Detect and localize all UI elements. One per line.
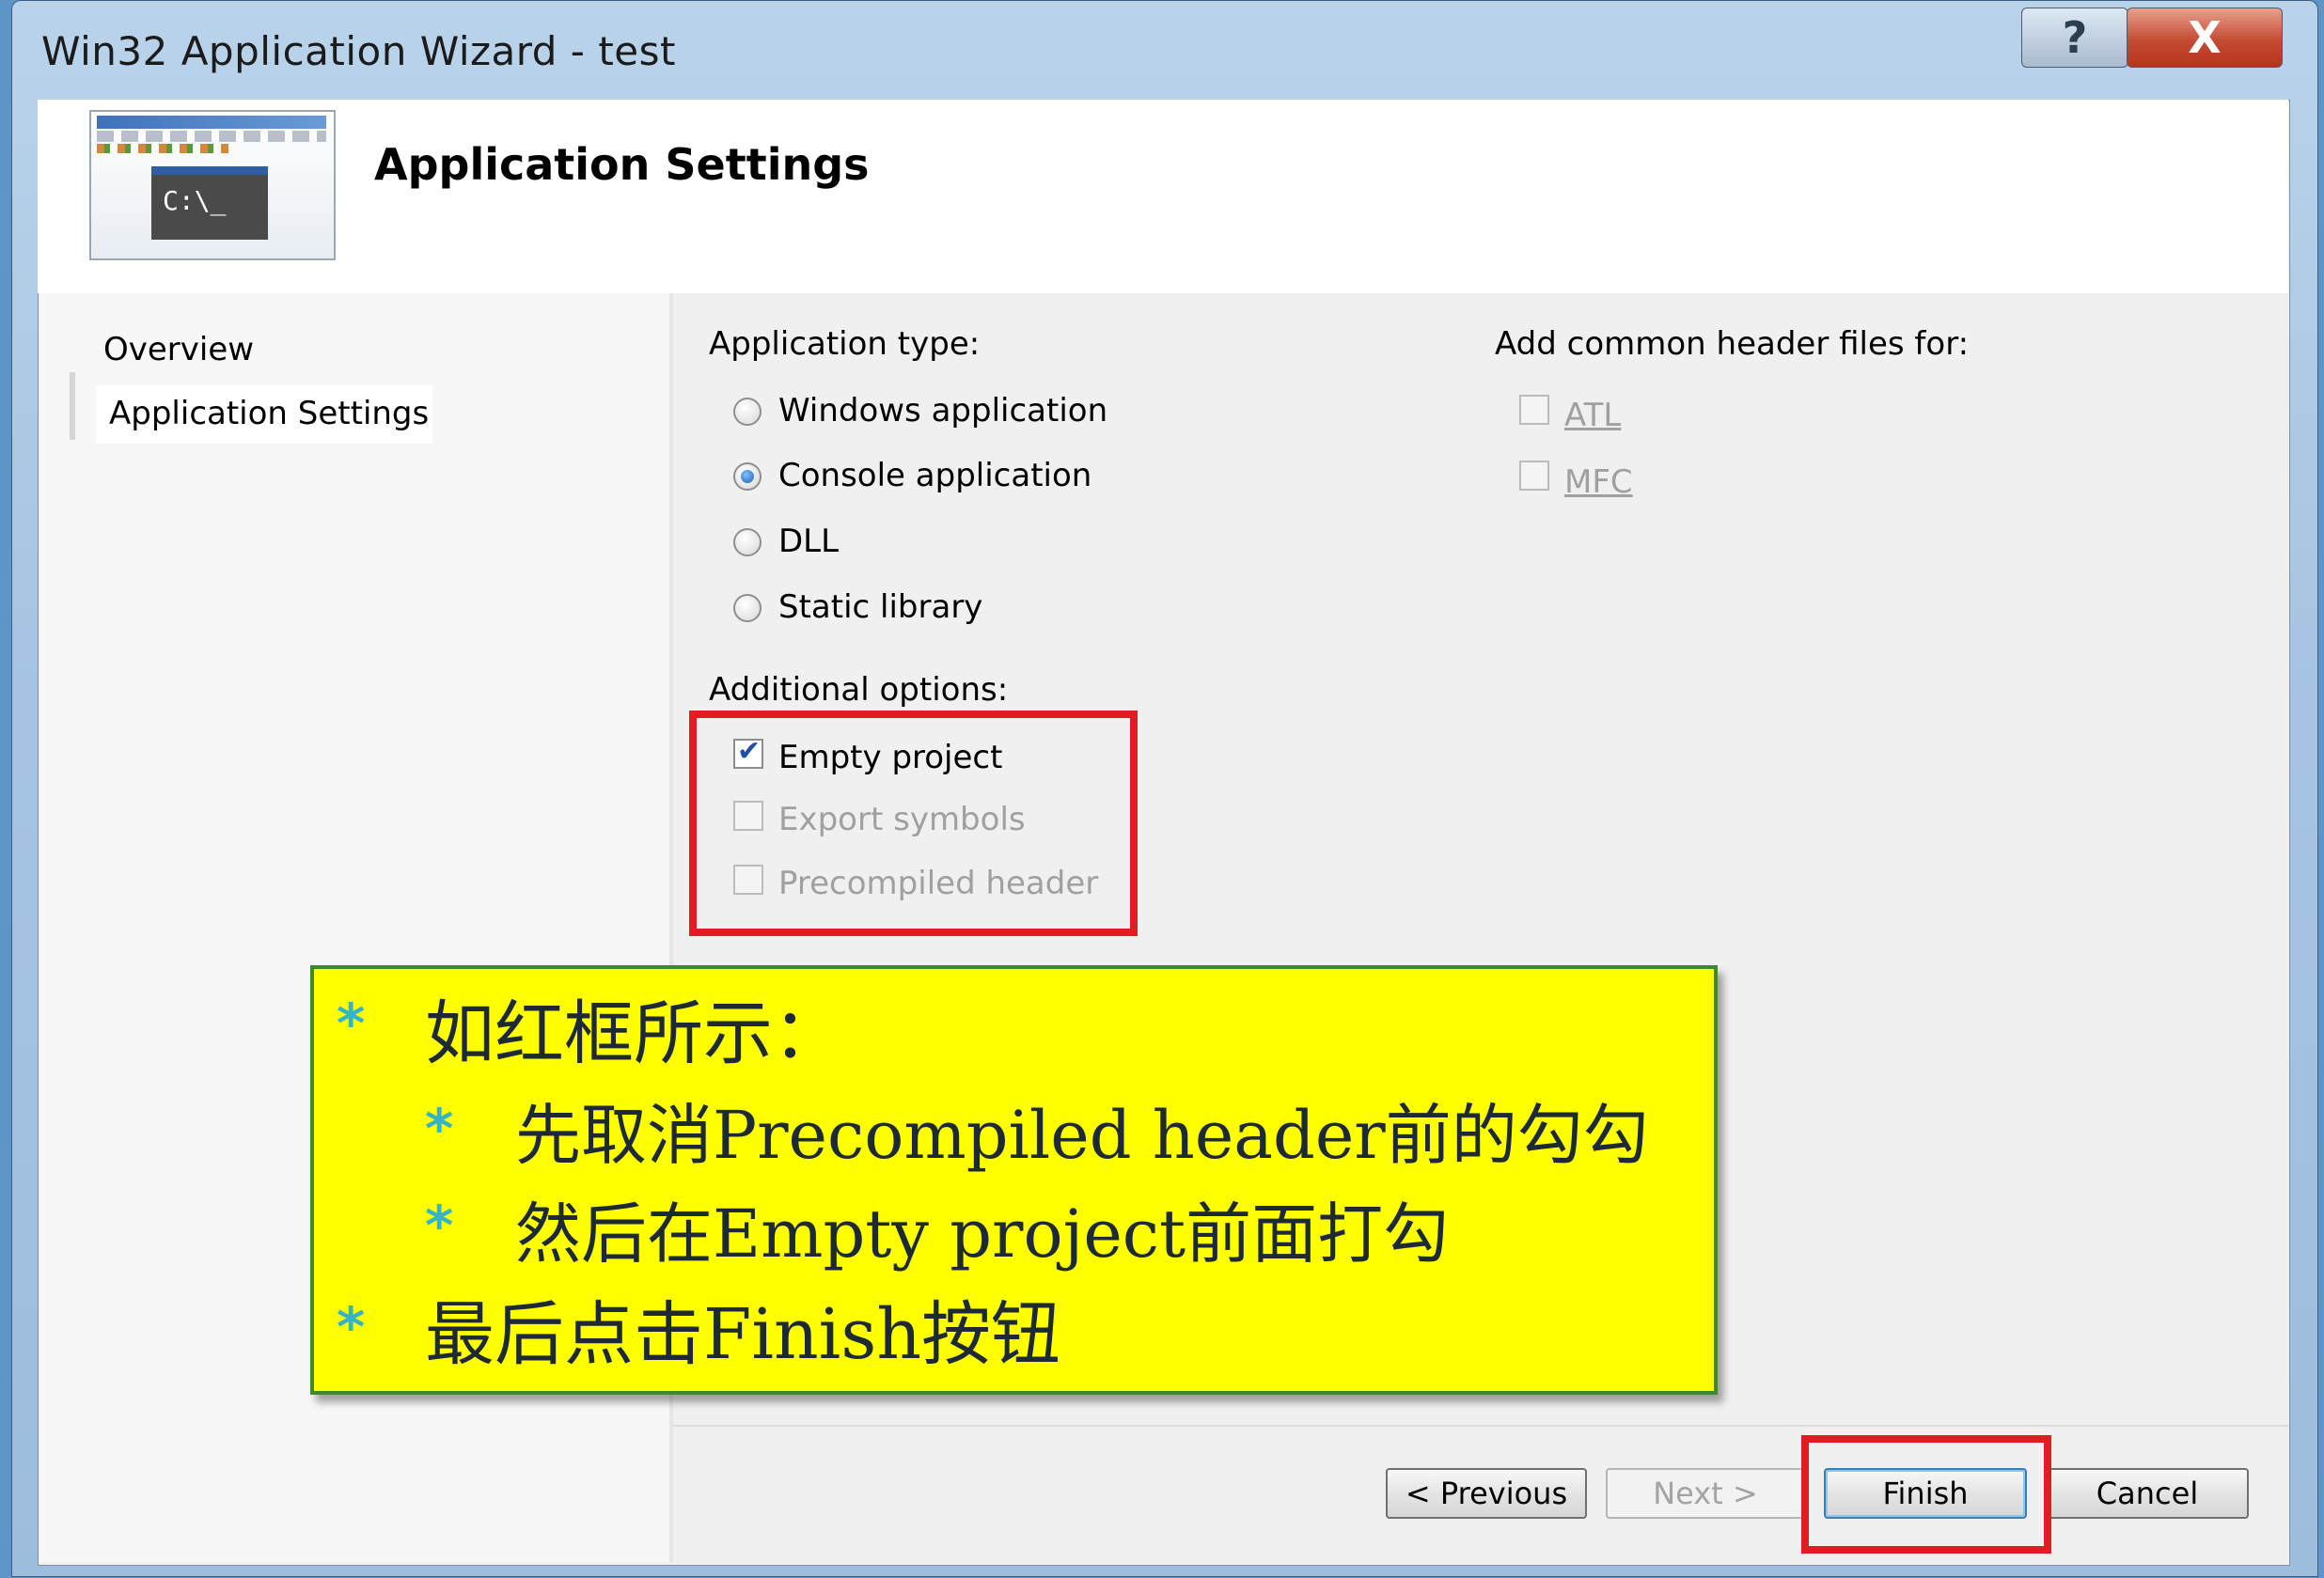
application-type-label: Application type: [709,325,981,363]
annotation-line-4: 最后点击Finish按钮 [425,1294,1060,1375]
button-row-separator [673,1425,2288,1427]
close-icon: X [2188,12,2222,63]
nav-selection-marker [70,372,75,440]
help-icon: ? [2062,12,2088,63]
radio-windows-application[interactable] [733,398,762,426]
radio-dll-label[interactable]: DLL [778,523,839,560]
annotation-bullet-2: * [425,1097,454,1161]
radio-dll[interactable] [733,528,762,556]
wizard-header [38,100,2288,293]
checkbox-atl[interactable] [1519,395,1549,425]
annotation-bullet-1: * [337,992,366,1055]
checkbox-atl-label[interactable]: ATL [1564,397,1621,434]
radio-console-application[interactable] [733,462,762,491]
header-files-label: Add common header files for: [1495,325,1970,363]
annotation-bullet-4: * [337,1295,366,1359]
annotation-line-3: 然后在Empty project前面打勾 [515,1195,1450,1273]
annotation-line-1: 如红框所示： [425,993,842,1074]
checkbox-mfc[interactable] [1519,461,1549,491]
help-button[interactable]: ? [2021,8,2128,68]
previous-button[interactable]: < Previous [1386,1468,1587,1519]
window-title: Win32 Application Wizard - test [41,28,676,74]
close-button[interactable]: X [2127,8,2283,68]
nav-item-overview[interactable]: Overview [103,331,254,368]
cancel-button[interactable]: Cancel [2046,1468,2249,1519]
next-button[interactable]: Next > [1606,1468,1805,1519]
console-app-icon: C:\_ [89,110,336,260]
highlight-box-additional-options [689,711,1138,936]
annotation-bullet-3: * [425,1194,454,1258]
console-icon-text: C:\_ [151,166,268,240]
radio-windows-application-label[interactable]: Windows application [778,392,1107,430]
page-title: Application Settings [374,139,870,190]
nav-item-application-settings[interactable]: Application Settings [109,395,429,432]
checkbox-mfc-label[interactable]: MFC [1564,463,1633,501]
radio-console-application-label[interactable]: Console application [778,457,1091,494]
radio-static-library[interactable] [733,594,762,622]
annotation-line-2: 先取消Precompiled header前的勾勾 [515,1097,1649,1174]
radio-static-library-label[interactable]: Static library [778,588,982,626]
highlight-box-finish [1801,1435,2051,1554]
additional-options-label: Additional options: [709,671,1009,709]
